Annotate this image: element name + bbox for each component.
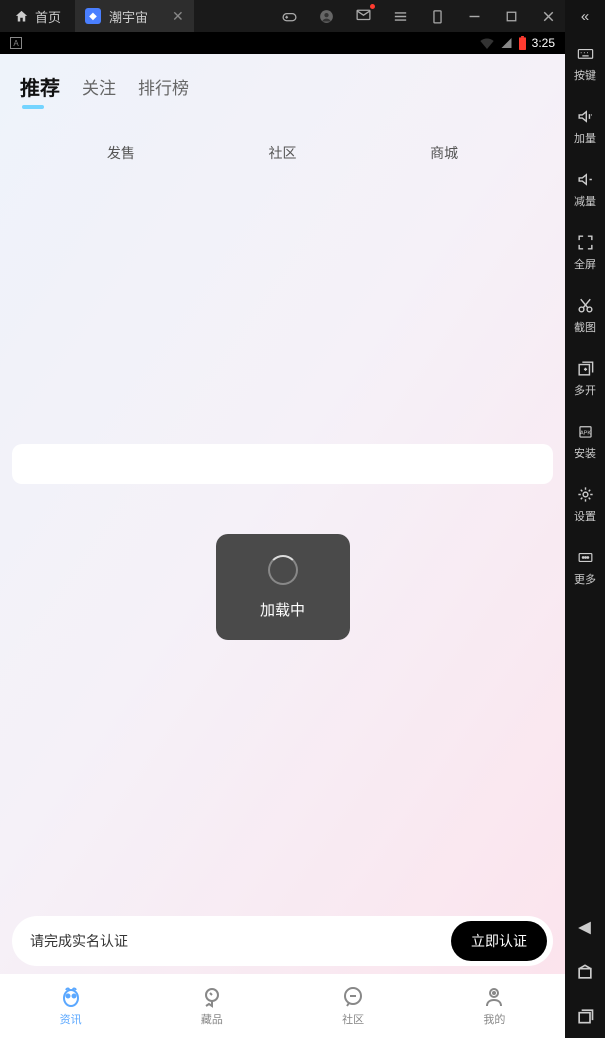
- sidebar-collapse-button[interactable]: «: [565, 0, 605, 32]
- battery-icon: [518, 36, 527, 50]
- home-label: 首页: [35, 7, 61, 26]
- bottom-nav: 资讯 藏品 社区 我的: [0, 974, 565, 1038]
- menu-icon[interactable]: [392, 8, 409, 25]
- mail-button[interactable]: [355, 6, 372, 26]
- home-nav-icon[interactable]: [575, 962, 595, 982]
- rotation-indicator: A: [10, 37, 22, 49]
- nav-collection-label: 藏品: [201, 1011, 223, 1027]
- app-tab-icon: ◆: [85, 8, 101, 24]
- community-icon: [341, 985, 365, 1009]
- keyboard-icon: [576, 44, 595, 63]
- loading-dialog: 加载中: [216, 534, 350, 640]
- nav-collection[interactable]: 藏品: [200, 985, 224, 1027]
- content-area: 推荐 关注 排行榜 发售 社区 商城 暂无数据 加载中 请完成实名认证 立即认证: [0, 54, 565, 1038]
- notification-dot: [370, 4, 375, 9]
- wifi-icon: [479, 37, 495, 49]
- gear-icon: [576, 485, 595, 504]
- sidebar-install-label: 安装: [574, 445, 596, 461]
- sidebar-settings[interactable]: 设置: [574, 473, 596, 536]
- news-icon: [59, 985, 83, 1009]
- spinner-icon: [268, 555, 298, 585]
- sidebar-keymap[interactable]: 按键: [574, 32, 596, 95]
- nav-community-label: 社区: [342, 1011, 364, 1027]
- emulator-sidebar: « 按键 加量 减量 全屏 截图 多开 APK 安装 设置 更多: [565, 0, 605, 1038]
- sidebar-fullscreen-label: 全屏: [574, 256, 596, 272]
- scissors-icon: [576, 296, 595, 315]
- android-statusbar: A 3:25: [0, 32, 565, 54]
- multi-icon: [576, 359, 595, 378]
- subtab-mall[interactable]: 商城: [430, 143, 458, 163]
- auth-prompt-text: 请完成实名认证: [30, 931, 128, 951]
- clock-text: 3:25: [532, 36, 555, 50]
- app-tab[interactable]: ◆ 潮宇宙 ✕: [75, 0, 194, 32]
- gamepad-icon[interactable]: [281, 8, 298, 25]
- more-icon: [576, 548, 595, 567]
- nav-profile-label: 我的: [483, 1011, 505, 1027]
- sidebar-keymap-label: 按键: [574, 67, 596, 83]
- apk-icon: APK: [576, 422, 595, 441]
- subtab-community[interactable]: 社区: [268, 143, 296, 163]
- app-tab-label: 潮宇宙: [109, 7, 148, 26]
- titlebar: 首页 ◆ 潮宇宙 ✕: [0, 0, 565, 32]
- collection-icon: [200, 985, 224, 1009]
- volume-up-icon: [576, 107, 595, 126]
- user-icon[interactable]: [318, 8, 335, 25]
- sidebar-screenshot[interactable]: 截图: [574, 284, 596, 347]
- sidebar-screenshot-label: 截图: [574, 319, 596, 335]
- sub-tabs: 发售 社区 商城: [0, 111, 565, 181]
- auth-button[interactable]: 立即认证: [451, 921, 547, 961]
- sidebar-volume-down[interactable]: 减量: [574, 158, 596, 221]
- sidebar-voldown-label: 减量: [574, 193, 596, 209]
- mail-icon: [355, 6, 372, 23]
- top-tabs: 推荐 关注 排行榜: [0, 54, 565, 111]
- sidebar-multi[interactable]: 多开: [574, 347, 596, 410]
- maximize-icon[interactable]: [503, 8, 520, 25]
- tab-close-button[interactable]: ✕: [172, 8, 184, 25]
- back-icon[interactable]: [575, 918, 595, 938]
- app-area: A 3:25 推荐 关注 排行榜 发售 社区 商城 暂无数据: [0, 32, 565, 1038]
- loading-text: 加载中: [260, 599, 305, 620]
- home-icon: [14, 9, 29, 24]
- tab-ranking[interactable]: 排行榜: [138, 74, 189, 99]
- sidebar-install[interactable]: APK 安装: [574, 410, 596, 473]
- device-icon[interactable]: [429, 8, 446, 25]
- subtab-sale[interactable]: 发售: [107, 143, 135, 163]
- nav-community[interactable]: 社区: [341, 985, 365, 1027]
- volume-down-icon: [576, 170, 595, 189]
- fullscreen-icon: [576, 233, 595, 252]
- svg-text:APK: APK: [579, 431, 590, 437]
- sidebar-volup-label: 加量: [574, 130, 596, 146]
- sidebar-more-label: 更多: [574, 571, 596, 587]
- home-tab[interactable]: 首页: [0, 0, 75, 32]
- sidebar-multi-label: 多开: [574, 382, 596, 398]
- close-icon[interactable]: [540, 8, 557, 25]
- sidebar-fullscreen[interactable]: 全屏: [574, 221, 596, 284]
- nav-news[interactable]: 资讯: [59, 985, 83, 1027]
- recents-icon[interactable]: [575, 1006, 595, 1026]
- sidebar-settings-label: 设置: [574, 508, 596, 524]
- tab-follow[interactable]: 关注: [82, 74, 116, 99]
- minimize-icon[interactable]: [466, 8, 483, 25]
- nav-news-label: 资讯: [60, 1011, 82, 1027]
- profile-icon: [482, 985, 506, 1009]
- sidebar-more[interactable]: 更多: [574, 536, 596, 599]
- auth-prompt-bar: 请完成实名认证 立即认证: [12, 916, 553, 966]
- titlebar-controls: [281, 6, 565, 26]
- nav-profile[interactable]: 我的: [482, 985, 506, 1027]
- signal-icon: [500, 37, 513, 49]
- sidebar-volume-up[interactable]: 加量: [574, 95, 596, 158]
- tab-recommend[interactable]: 推荐: [20, 72, 60, 101]
- auth-button-label: 立即认证: [471, 933, 527, 949]
- search-bar[interactable]: [12, 444, 553, 484]
